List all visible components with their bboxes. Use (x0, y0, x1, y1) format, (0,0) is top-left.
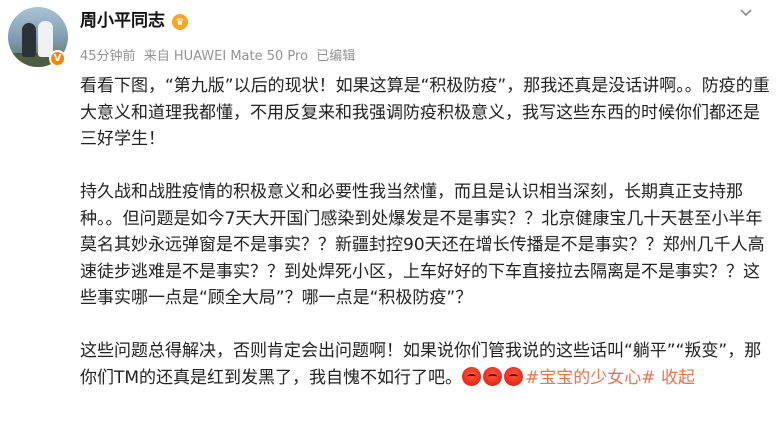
post-meta: 45分钟前 来自 HUAWEI Mate 50 Pro 已编辑 (80, 47, 359, 67)
collapse-link[interactable]: 收起 (661, 368, 695, 388)
post-paragraph-2: 持久战和战胜疫情的积极意义和必要性我当然懂，而且是认识相当深刻，长期真正支持那种… (80, 182, 765, 308)
post-source: 来自 HUAWEI Mate 50 Pro (143, 49, 309, 64)
post-time[interactable]: 45分钟前 (80, 49, 136, 64)
post-paragraph-3: 这些问题总得解决，否则肯定会出问题啊！如果说你们管我说的这些话叫“躺平”“叛变”… (80, 338, 772, 391)
topic-link[interactable]: #宝宝的少女心# (525, 368, 656, 388)
chevron-down-icon[interactable] (739, 6, 753, 20)
post-paragraph-3-text: 这些问题总得解决，否则肯定会出问题啊！如果说你们管我说的这些话叫“躺平”“叛变”… (80, 341, 762, 388)
post-paragraph-1: 看看下图，“第九版”以后的现状！如果这算是“积极防疫”，那我还真是没话讲啊。。防… (80, 76, 770, 149)
post-body: 看看下图，“第九版”以后的现状！如果这算是“积极防疫”，那我还真是没话讲啊。。防… (80, 73, 772, 391)
angry-face-emoji-icon (462, 366, 482, 386)
author-name[interactable]: 周小平同志 (80, 9, 165, 33)
avatar-figure-dark (22, 23, 36, 57)
angry-face-emoji-icon (483, 366, 503, 386)
edited-label: 已编辑 (316, 49, 356, 64)
angry-face-emoji-icon (504, 366, 524, 386)
verified-badge-icon: V (49, 50, 66, 67)
crown-icon: ♛ (172, 14, 188, 30)
